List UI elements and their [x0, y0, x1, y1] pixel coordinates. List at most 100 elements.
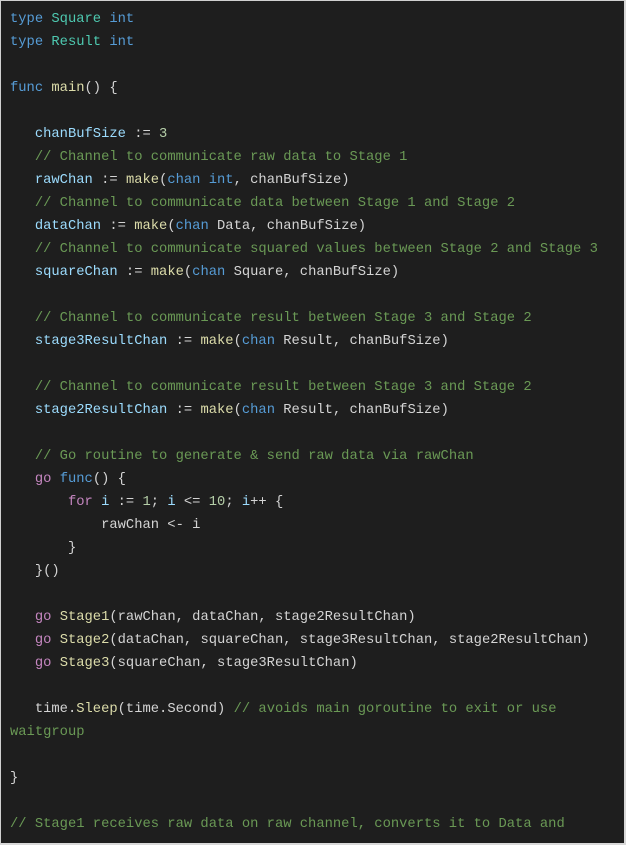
code-line: // Channel to communicate result between… [10, 307, 598, 330]
variable-token: stage2ResultChan [34, 403, 168, 418]
code-text-token: := [125, 127, 160, 142]
code-line: // Channel to communicate data between S… [10, 192, 598, 215]
code-text-token: (rawChan, dataChan, stage2ResultChan) [109, 610, 416, 625]
code-text-token: <= [175, 495, 209, 510]
code-line: go Stage3(squareChan, stage3ResultChan) [10, 652, 598, 675]
code-line: type Result int [10, 31, 598, 54]
code-line: // Channel to communicate raw data to St… [10, 146, 598, 169]
keyword-token: type [10, 35, 44, 50]
control-keyword-token: go [34, 633, 52, 648]
code-line: for i := 1; i <= 10; i++ { [10, 491, 598, 514]
code-text-token: time. [10, 702, 77, 717]
code-text-token: () { [92, 472, 126, 487]
code-text-token: ( [167, 219, 176, 234]
number-literal-token: 1 [142, 495, 151, 510]
code-line: squareChan := make(chan Square, chanBufS… [10, 261, 598, 284]
function-name-token: make [125, 173, 160, 188]
code-line: stage3ResultChan := make(chan Result, ch… [10, 330, 598, 353]
code-line: time.Sleep(time.Second) // avoids main g… [10, 698, 598, 721]
control-keyword-token: go [34, 656, 52, 671]
code-text-token: }() [10, 564, 60, 579]
code-line: chanBufSize := 3 [10, 123, 598, 146]
code-text-token: ++ { [250, 495, 284, 510]
blank-code-line: ​ [10, 353, 598, 376]
control-keyword-token: go [34, 472, 52, 487]
code-text-token: ; [150, 495, 168, 510]
code-text-token: := [101, 219, 135, 234]
code-text-token: ; [225, 495, 242, 510]
function-name-token: make [200, 334, 234, 349]
code-line: // Channel to communicate result between… [10, 376, 598, 399]
blank-code-line: ​ [10, 422, 598, 445]
control-keyword-token: go [34, 610, 52, 625]
keyword-token: chan [241, 403, 275, 418]
keyword-token: chan [175, 219, 209, 234]
variable-token: stage3ResultChan [34, 334, 168, 349]
code-text-token: := [92, 173, 126, 188]
code-text-token: Result, chanBufSize) [274, 403, 449, 418]
code-text-token: (dataChan, squareChan, stage3ResultChan,… [109, 633, 590, 648]
blank-code-line: ​ [10, 284, 598, 307]
function-name-token: main [51, 81, 85, 96]
comment-token: // Channel to communicate data between S… [34, 196, 516, 211]
control-keyword-token: for [67, 495, 93, 510]
keyword-token: func [10, 81, 44, 96]
keyword-token: chan [241, 334, 275, 349]
code-line: go Stage1(rawChan, dataChan, stage2Resul… [10, 606, 598, 629]
function-name-token: Stage3 [59, 656, 110, 671]
variable-token: chanBufSize [34, 127, 126, 142]
code-line: rawChan <- i [10, 514, 598, 537]
code-line: go func() { [10, 468, 598, 491]
code-text-token: ( [233, 334, 242, 349]
code-line: dataChan := make(chan Data, chanBufSize) [10, 215, 598, 238]
code-text-token: (squareChan, stage3ResultChan) [109, 656, 358, 671]
code-text-token: (time.Second) [117, 702, 234, 717]
code-text-token: } [10, 541, 77, 556]
blank-code-line: ​ [10, 100, 598, 123]
blank-code-line: ​ [10, 54, 598, 77]
code-text-token: := [167, 334, 201, 349]
code-block: type Square inttype Result int​func main… [0, 0, 626, 845]
code-text-token: := [117, 265, 151, 280]
code-line: // Channel to communicate squared values… [10, 238, 598, 261]
variable-token: i [167, 495, 176, 510]
keyword-token: int [109, 12, 135, 27]
keyword-token: int [208, 173, 234, 188]
code-line: func main() { [10, 77, 598, 100]
variable-token: dataChan [34, 219, 102, 234]
code-text-token: ( [183, 265, 193, 280]
variable-token: rawChan [34, 173, 93, 188]
code-line: }() [10, 560, 598, 583]
go-source-code: type Square inttype Result int​func main… [10, 8, 598, 836]
code-line: waitgroup [10, 721, 598, 744]
code-line: stage2ResultChan := make(chan Result, ch… [10, 399, 598, 422]
code-line: type Square int [10, 8, 598, 31]
code-text-token: := [109, 495, 143, 510]
comment-token: // Stage1 receives raw data on raw chann… [10, 817, 565, 832]
keyword-token: func [59, 472, 93, 487]
comment-token: // Channel to communicate result between… [34, 311, 532, 326]
number-literal-token: 10 [208, 495, 226, 510]
code-text-token: Data, chanBufSize) [208, 219, 367, 234]
function-name-token: make [134, 219, 168, 234]
code-text-token: , chanBufSize) [233, 173, 350, 188]
code-line: go Stage2(dataChan, squareChan, stage3Re… [10, 629, 598, 652]
type-name-token: Result [51, 35, 102, 50]
blank-code-line: ​ [10, 790, 598, 813]
comment-token: waitgroup [10, 725, 85, 740]
